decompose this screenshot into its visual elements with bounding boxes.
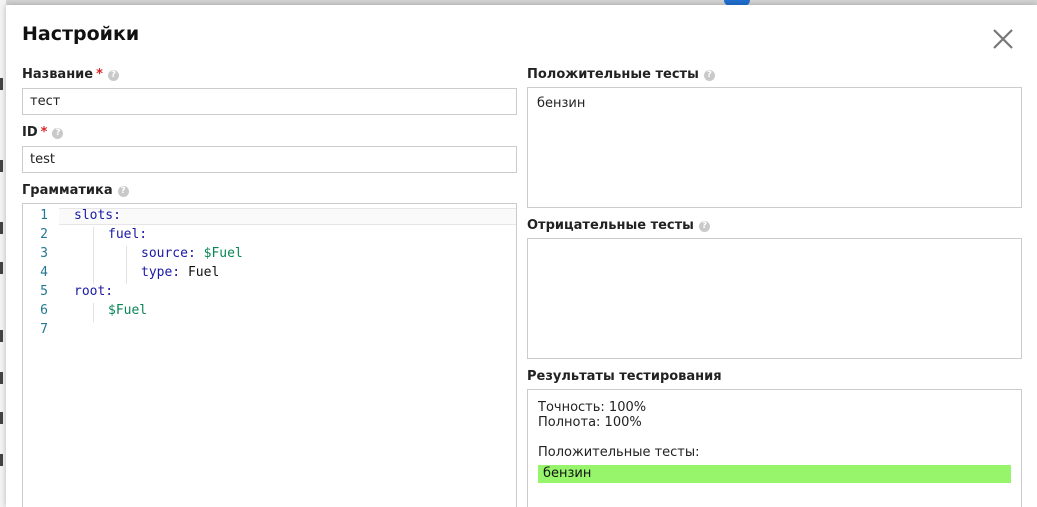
id-input[interactable]: test [22, 146, 517, 173]
help-icon[interactable]: ? [117, 186, 129, 197]
code-line: slots: [74, 208, 121, 223]
active-line-highlight [59, 208, 516, 225]
indent-guide [93, 303, 94, 322]
negative-tests-textarea[interactable] [527, 238, 1022, 359]
close-icon[interactable] [990, 26, 1016, 52]
name-input[interactable]: тест [22, 88, 517, 115]
positive-tests-label: Положительные тесты? [527, 67, 715, 82]
help-icon[interactable]: ? [698, 221, 710, 232]
dialog-title: Настройки [22, 23, 140, 45]
passed-test-item: бензин [538, 465, 1011, 483]
name-label: Название *? [22, 67, 119, 82]
line-number: 5 [40, 284, 48, 299]
grammar-label: Грамматика? [22, 183, 129, 198]
backdrop-mark [0, 454, 3, 466]
line-number: 3 [40, 246, 48, 261]
grammar-editor[interactable]: 1 2 3 4 5 6 7 slots: fuel: source: $Fuel… [22, 203, 517, 507]
test-results-label: Результаты тестирования [527, 369, 722, 384]
code-line: type: Fuel [141, 265, 220, 280]
code-line: fuel: [108, 227, 148, 242]
line-number: 6 [40, 303, 48, 318]
negative-tests-label: Отрицательные тесты? [527, 218, 710, 233]
line-number: 4 [40, 265, 48, 280]
backdrop-mark [0, 330, 3, 342]
test-results-panel: Точность: 100% Полнота: 100% Положительн… [527, 389, 1022, 507]
help-icon[interactable]: ? [703, 70, 715, 81]
help-icon[interactable]: ? [107, 70, 119, 81]
backdrop-mark [0, 160, 3, 172]
indent-guide [126, 246, 127, 284]
required-marker: * [96, 67, 103, 82]
accuracy-text: Точность: 100% [538, 400, 647, 415]
settings-dialog: Настройки Название *? тест ID *? test Грам… [6, 5, 1037, 507]
backdrop-mark [0, 222, 3, 234]
backdrop-mark [0, 78, 3, 90]
indent-guide [93, 227, 94, 284]
backdrop-mark [0, 372, 3, 384]
line-number: 7 [40, 322, 48, 337]
help-icon[interactable]: ? [52, 128, 64, 139]
line-number: 2 [40, 227, 48, 242]
code-line: source: $Fuel [141, 246, 243, 261]
line-number: 1 [40, 208, 48, 223]
recall-text: Полнота: 100% [538, 415, 642, 430]
backdrop-mark [0, 262, 3, 274]
backdrop-mark [0, 412, 3, 424]
positive-tests-textarea[interactable]: бензин [527, 87, 1022, 208]
id-label: ID *? [22, 125, 64, 140]
code-line: root: [74, 284, 114, 299]
code-line: $Fuel [108, 303, 148, 318]
positive-results-header: Положительные тесты: [538, 445, 700, 460]
required-marker: * [40, 125, 48, 140]
